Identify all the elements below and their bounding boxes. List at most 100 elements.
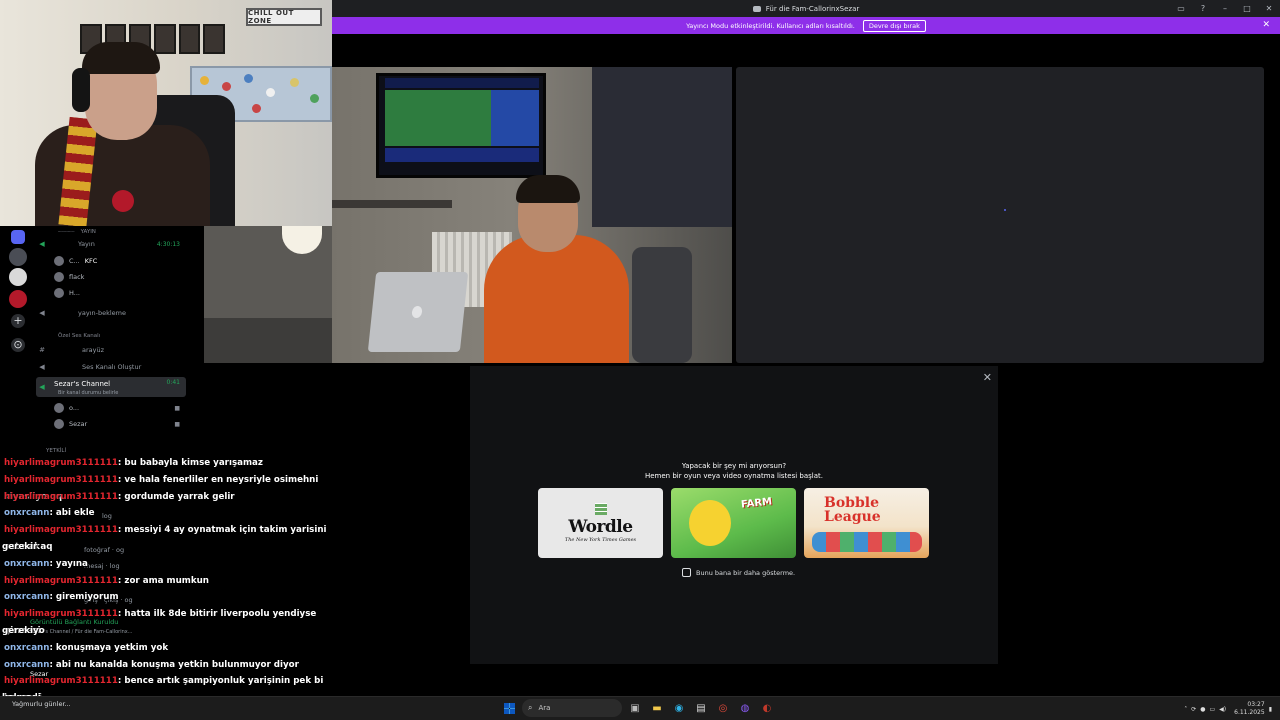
speaker-icon: ◀ [39,240,45,248]
activity-card-farm[interactable]: FARM [671,488,796,558]
start-button[interactable] [500,699,518,717]
store-icon[interactable]: ▤ [692,699,710,717]
chat-username: hiyarlimagrum3111111 [4,458,118,468]
chat-message: onxrcann: abi nu kanalda konuşma yetkin … [4,657,339,674]
task-view-icon[interactable]: ▣ [626,699,644,717]
streamer-mode-banner: Yayıncı Modu etkinleştirildi. Kullanıcı … [332,17,1280,34]
activity-cards: Wordle The New York Times Games FARM Bob… [538,488,929,558]
speaker-icon: ◀ [39,383,45,391]
chat-username: hiyarlimagrum3111111 [4,575,118,586]
activity-card-wordle[interactable]: Wordle The New York Times Games [538,488,663,558]
system-tray: ˄ ⟳ ● ▭ ◀) 03:27 6.11.2025 ▮ [1184,697,1280,720]
chat-overlay: hiyarlimagrum3111111: bu babayla kimse y… [0,455,340,720]
football-pitch [385,90,491,146]
category-ozel[interactable]: Özel Ses Kanalı [36,330,186,342]
hash-icon: # [39,346,45,354]
chat-text: : giremiyorum [49,592,119,603]
chat-username: hiyarlimagrum3111111 [4,525,118,536]
stream-tile-empty[interactable] [736,67,1264,363]
chick-icon [689,500,731,546]
chat-username: onxrcann [4,508,50,519]
tv-ticker [385,148,539,162]
voice-user[interactable]: o... ■ [36,402,186,414]
banner-text: Yayıncı Modu etkinleştirildi. Kullanıcı … [686,21,855,30]
shelf [332,200,452,208]
chat-text: : gordumde yarrak gelir [117,491,235,502]
avatar [54,419,64,429]
streamer-jersey [484,235,629,363]
channel-sezars-channel[interactable]: ◀ Sezar's Channel 0:41 Bir kanal durumu … [36,377,186,397]
server-icon[interactable] [9,248,27,266]
voice-user[interactable]: Sezar ■ [36,418,186,430]
taskbar-apps: ⌕ Ara ▣ ▬ ◉ ▤ ◎ ◍ ◐ [500,699,776,717]
maximize-icon[interactable]: □ [1236,0,1258,17]
chat-username: onxrcann [4,592,50,603]
add-server-icon[interactable]: + [11,314,25,328]
chat-message: onxrcann: yayına [4,556,339,573]
camera-icon: ■ [174,404,180,412]
laptop [367,272,469,352]
activity-picker: ✕ Yapacak bir şey mi arıyorsun? Hemen bi… [470,366,998,664]
chat-text: : zor ama mumkun [117,575,209,586]
voice-user[interactable]: flack [36,271,186,283]
channel-arayuz[interactable]: # arayüz [36,344,186,356]
voice-user[interactable]: C... KFC [36,255,186,267]
chat-text: : yayına [49,558,88,569]
explore-icon[interactable]: ⊙ [11,338,25,352]
dont-show-again[interactable]: Bunu bana bir daha gösterme. [682,568,795,577]
banner-close-icon[interactable]: ✕ [1262,20,1270,30]
stream-video-left [204,226,332,363]
taskbar-search[interactable]: ⌕ Ara [522,699,622,717]
sync-icon[interactable]: ⟳ [1191,706,1196,713]
chat-username: hiyarlimagrum3111111 [4,491,118,502]
server-icon[interactable] [9,290,27,308]
chat-message: onxrcann: giremiyorum [4,589,339,606]
app-icon[interactable]: ◐ [758,699,776,717]
stream-video-main[interactable] [332,67,732,363]
edge-icon[interactable]: ◉ [670,699,688,717]
server-icon[interactable] [9,268,27,286]
dm-icon[interactable] [11,230,25,244]
bobble-figures [812,532,922,552]
chat-message-wrap: gerekir aq [2,542,53,552]
category-yayin[interactable]: ┈┈┈┈┈ YAYIN [36,226,186,238]
channel-yayin[interactable]: ◀ Yayın 4:30:13 [36,238,186,250]
room-window [592,67,732,227]
tv-screen [376,73,546,178]
chrome-icon[interactable]: ◎ [714,699,732,717]
avatar [54,403,64,413]
speaker-icon: ◀ [39,309,45,317]
headset [72,68,90,112]
window-title: Für die Fam-CallorinxSezar [765,4,860,13]
channel-yayin-bekleme[interactable]: ◀ yayın-bekleme [36,307,186,319]
chat-username: hiyarlimagrum3111111 [4,474,118,485]
notification-icon[interactable]: ▮ [1269,706,1272,713]
activity-close-icon[interactable]: ✕ [983,371,992,384]
camera-icon: ■ [174,420,180,428]
volume-icon[interactable]: ◀) [1219,706,1226,713]
close-icon[interactable]: ✕ [1258,0,1280,17]
chat-message: hiyarlimagrum3111111: gordumde yarrak ge… [4,489,339,506]
discord-taskbar-icon[interactable]: ◍ [736,699,754,717]
voice-user[interactable]: H... [36,287,186,299]
minimize-icon[interactable]: – [1214,0,1236,17]
inbox-icon[interactable]: ▭ [1170,0,1192,17]
help-icon[interactable]: ? [1192,0,1214,17]
file-explorer-icon[interactable]: ▬ [648,699,666,717]
network-icon[interactable]: ▭ [1210,706,1216,713]
tv-studio [491,90,539,146]
chat-message: onxrcann: abi ekle [4,505,339,522]
clock[interactable]: 03:27 6.11.2025 [1234,701,1265,717]
chat-text: : konuşmaya yetkim yok [49,642,169,653]
chat-message-wrap: gerekiyo [2,626,45,636]
disable-streamer-mode-button[interactable]: Devre dışı bırak [862,19,926,32]
chat-message: onxrcann: konuşmaya yetkim yok [4,640,339,657]
channel-create-voice[interactable]: ◀ Ses Kanalı Oluştur [36,361,186,373]
music-widget[interactable]: Yağmurlu günler... [12,700,71,708]
tray-chevron-icon[interactable]: ˄ [1184,706,1187,713]
mic-icon[interactable]: ● [1200,706,1205,713]
dont-show-checkbox[interactable] [682,568,691,577]
loading-dot [1004,209,1006,211]
chair [632,247,692,363]
activity-card-bobble-league[interactable]: Bobble League [804,488,929,558]
